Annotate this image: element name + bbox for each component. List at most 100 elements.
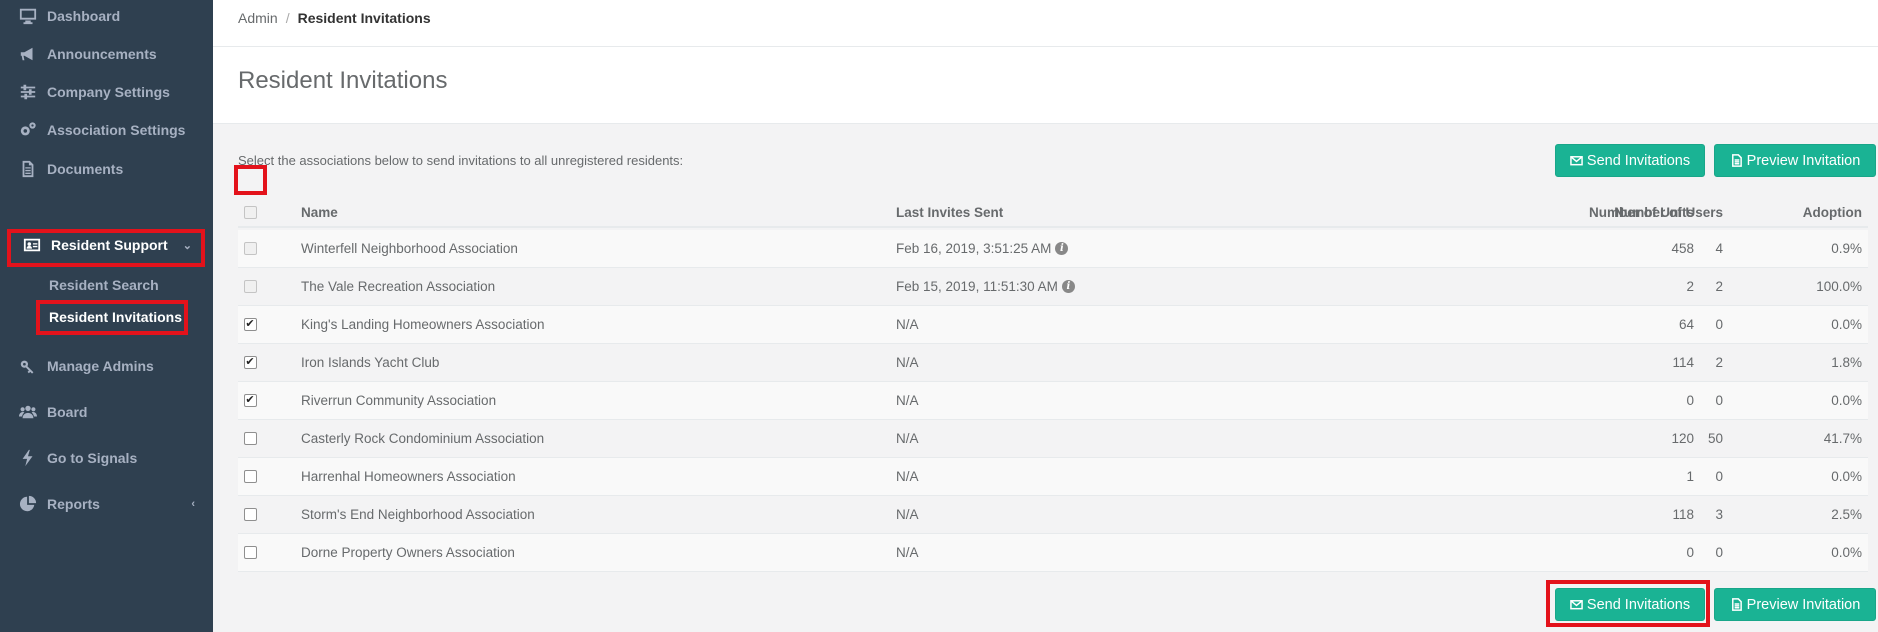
preview-invitation-label: Preview Invitation (1746, 596, 1861, 613)
sidebar: Dashboard Announcements Company Settings… (0, 0, 213, 632)
table-row: The Vale Recreation Association Feb 15, 2… (238, 268, 1868, 306)
preview-invitation-button-bottom[interactable]: Preview Invitation (1714, 588, 1876, 621)
preview-invitation-button-top[interactable]: Preview Invitation (1714, 144, 1876, 177)
breadcrumb-separator: / (285, 10, 290, 26)
number-of-users: 0 (1715, 317, 1723, 332)
row-select-cell (238, 458, 262, 495)
nav-company-settings-label: Company Settings (47, 84, 170, 100)
send-invitations-label: Send Invitations (1586, 152, 1691, 169)
last-invites-sent: N/A (896, 420, 919, 457)
info-icon[interactable]: i (1055, 242, 1069, 255)
highlight-select-all (234, 165, 267, 195)
adoption: 0.0% (1831, 317, 1862, 332)
bullhorn-icon (18, 44, 38, 64)
last-invites-sent-value: N/A (896, 545, 919, 560)
number-of-users: 50 (1707, 431, 1723, 446)
nav-resident-support[interactable]: Resident Support ⌄ (10, 227, 204, 263)
main-content: Select the associations below to send in… (213, 124, 1878, 632)
page-title: Resident Invitations (238, 67, 448, 94)
association-name: Winterfell Neighborhood Association (301, 241, 518, 256)
row-select-cell (238, 534, 262, 571)
row-select-cell: ✔ (238, 306, 262, 343)
last-invites-sent-value: N/A (896, 507, 919, 522)
last-invites-sent-value: N/A (896, 431, 919, 446)
adoption: 1.8% (1831, 355, 1862, 370)
row-select-cell (238, 420, 262, 457)
row-checkbox[interactable]: ✔ (243, 356, 257, 369)
nav-announcements-label: Announcements (47, 46, 157, 62)
nav-resident-search[interactable]: Resident Search (49, 277, 159, 293)
row-select-cell (238, 496, 262, 533)
nav-reports[interactable]: Reports ‹ (0, 484, 213, 524)
send-invitations-label: Send Invitations (1586, 596, 1691, 613)
row-checkbox[interactable]: ✔ (243, 394, 257, 407)
chevron-down-icon: ⌄ (182, 239, 192, 252)
adoption: 0.0% (1831, 469, 1862, 484)
adoption: 0.0% (1831, 393, 1862, 408)
last-invites-sent: Feb 16, 2019, 3:51:25 AM i (896, 230, 1069, 267)
table-row: ✔ King's Landing Homeowners Association N/… (238, 306, 1868, 344)
select-all-cell (238, 196, 262, 228)
association-name: The Vale Recreation Association (301, 279, 496, 294)
association-name: Dorne Property Owners Association (301, 545, 515, 560)
header-last-invites-sent[interactable]: Last Invites Sent (896, 196, 1003, 228)
send-invitations-button-bottom[interactable]: Send Invitations (1555, 588, 1705, 621)
nav-reports-label: Reports (47, 496, 100, 512)
envelope-icon (1570, 154, 1583, 167)
header-number-of-users[interactable]: Number of Users (1523, 196, 1723, 228)
number-of-users: 0 (1715, 545, 1723, 560)
info-icon[interactable]: i (1061, 280, 1075, 293)
row-checkbox[interactable] (243, 546, 257, 559)
association-name: Casterly Rock Condominium Association (301, 431, 545, 446)
row-select-cell (238, 268, 262, 305)
nav-dashboard[interactable]: Dashboard (0, 0, 213, 36)
send-invitations-button-top[interactable]: Send Invitations (1555, 144, 1705, 177)
association-name: Harrenhal Homeowners Association (301, 469, 516, 484)
association-name: Storm's End Neighborhood Association (301, 507, 535, 522)
nav-association-settings[interactable]: Association Settings (0, 110, 213, 150)
row-checkbox (243, 242, 257, 255)
number-of-users: 2 (1715, 355, 1723, 370)
adoption: 2.5% (1831, 507, 1862, 522)
row-select-cell: ✔ (238, 344, 262, 381)
association-name: Iron Islands Yacht Club (301, 355, 440, 370)
monitor-icon (18, 6, 38, 26)
select-all-checkbox[interactable] (243, 205, 257, 219)
nav-go-to-signals[interactable]: Go to Signals (0, 438, 213, 478)
table-row: ✔ Iron Islands Yacht Club N/A 114 2 1.8% (238, 344, 1868, 382)
header-name[interactable]: Name (301, 196, 338, 228)
association-name: Riverrun Community Association (301, 393, 497, 408)
nav-resident-support-label: Resident Support (51, 237, 168, 253)
nav-resident-invitations[interactable]: Resident Invitations (49, 309, 182, 325)
last-invites-sent: N/A (896, 382, 919, 419)
nav-documents[interactable]: Documents (0, 149, 213, 189)
pie-chart-icon (18, 494, 38, 514)
row-checkbox[interactable] (243, 432, 257, 445)
nav-announcements[interactable]: Announcements (0, 34, 213, 74)
adoption: 0.0% (1831, 545, 1862, 560)
row-checkbox[interactable] (243, 470, 257, 483)
nav-board-label: Board (47, 404, 88, 420)
gears-icon (18, 120, 38, 140)
table-header: Name Last Invites Sent Number of Units N… (238, 196, 1868, 228)
bolt-icon (18, 448, 38, 468)
document-icon (18, 159, 38, 179)
header-adoption[interactable]: Adoption (1732, 196, 1862, 228)
last-invites-sent-value: N/A (896, 393, 919, 408)
breadcrumb-admin[interactable]: Admin (238, 10, 278, 26)
nav-company-settings[interactable]: Company Settings (0, 72, 213, 112)
table-row: Casterly Rock Condominium Association N/A… (238, 420, 1868, 458)
last-invites-sent-value: Feb 16, 2019, 3:51:25 AM (896, 241, 1052, 256)
file-text-icon (1730, 154, 1743, 167)
last-invites-sent: N/A (896, 344, 919, 381)
table-row: Storm's End Neighborhood Association N/A 1… (238, 496, 1868, 534)
last-invites-sent-value: N/A (896, 469, 919, 484)
row-checkbox[interactable] (243, 508, 257, 521)
nav-manage-admins[interactable]: Manage Admins (0, 346, 213, 386)
preview-invitation-label: Preview Invitation (1746, 152, 1861, 169)
row-checkbox[interactable]: ✔ (243, 318, 257, 331)
table-row: Harrenhal Homeowners Association N/A 1 0 0.0… (238, 458, 1868, 496)
nav-board[interactable]: Board (0, 392, 213, 432)
chevron-left-icon: ‹ (191, 498, 195, 510)
number-of-users: 3 (1715, 507, 1723, 522)
